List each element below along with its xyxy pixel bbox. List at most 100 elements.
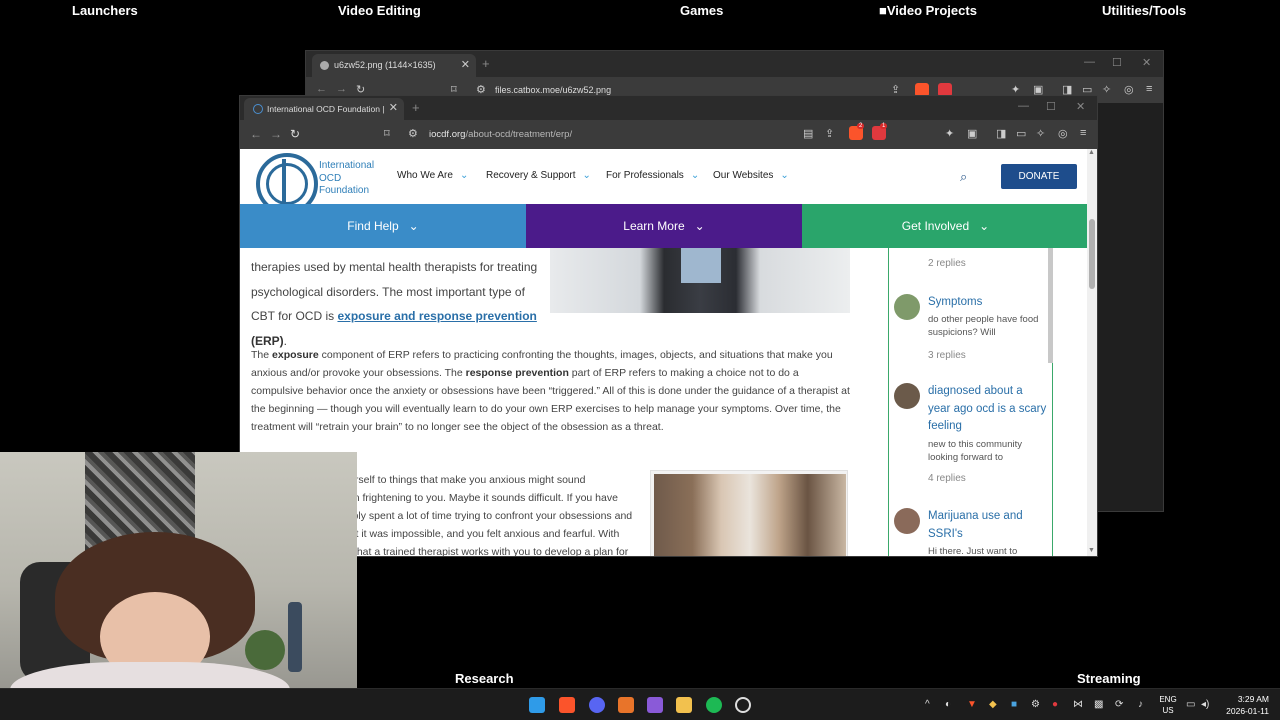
erp-link[interactable]: exposure and response prevention — [337, 309, 536, 323]
system-clock[interactable]: 3:29 AM 2026-01-11 — [1225, 693, 1269, 717]
user-avatar — [894, 383, 920, 409]
close-tab-icon[interactable]: ✕ — [461, 58, 470, 71]
network-icon[interactable]: ▭ — [1186, 699, 1195, 710]
post-replies: 4 replies — [928, 473, 966, 484]
sidebar-icon[interactable]: ◨ — [996, 127, 1006, 140]
leo-ai-icon[interactable]: ✧ — [1036, 127, 1045, 140]
desktop-label-video-projects[interactable]: ■Video Projects — [879, 3, 977, 18]
tray-app-icon[interactable]: ⋈ — [1073, 699, 1083, 710]
brave-browser-icon[interactable] — [559, 697, 575, 713]
spotify-icon[interactable] — [706, 697, 722, 713]
reload-icon[interactable]: ↻ — [290, 127, 300, 141]
desktop-label-launchers[interactable]: Launchers — [72, 3, 138, 18]
donate-button[interactable]: DONATE — [1001, 164, 1077, 189]
article-content: therapies used by mental health therapis… — [240, 248, 1089, 556]
new-tab-icon[interactable]: + — [412, 100, 420, 115]
share-icon[interactable]: ⇪ — [825, 127, 834, 140]
volume-icon[interactable]: ◂) — [1201, 699, 1209, 710]
chevron-down-icon: ⌄ — [694, 219, 705, 233]
close-tab-icon[interactable]: ✕ — [385, 101, 398, 114]
discord-icon[interactable] — [589, 697, 605, 713]
bookmark-icon[interactable]: ⌑ — [384, 127, 390, 140]
post-title[interactable]: Symptoms — [928, 294, 1048, 312]
menu-icon[interactable]: ≡ — [1080, 127, 1086, 139]
file-explorer-icon[interactable] — [676, 697, 692, 713]
taskbar: ^ ◐ ▼ ◆ ■ ⚙ ● ⋈ ▩ ⟳ ♪ ENG US ▭ ◂) 3:29 A… — [0, 688, 1280, 720]
vpn-icon[interactable]: ◎ — [1124, 83, 1134, 96]
tray-app-icon[interactable]: ⚙ — [1031, 699, 1040, 710]
minimize-icon[interactable]: — — [1084, 56, 1095, 68]
close-window-icon[interactable]: ✕ — [1076, 100, 1085, 113]
scroll-up-icon[interactable]: ▲ — [1088, 149, 1095, 156]
webcam-overlay — [0, 452, 357, 720]
plant — [245, 630, 285, 670]
microphone-icon[interactable]: ♪ — [1138, 699, 1143, 710]
nav-who-we-are[interactable]: Who We Are ⌄ — [397, 170, 468, 181]
learn-more-button[interactable]: Learn More ⌄ — [526, 204, 802, 248]
iocdf-page: therapies used by mental health therapis… — [240, 149, 1089, 556]
leo-ai-icon[interactable]: ✧ — [1102, 83, 1111, 96]
post-excerpt: new to this community looking forward to — [928, 439, 1022, 463]
tray-app-icon[interactable]: ◆ — [989, 699, 997, 710]
post-title[interactable]: diagnosed about a year ago ocd is a scar… — [928, 383, 1048, 436]
reader-mode-icon[interactable]: ▤ — [803, 127, 813, 140]
nav-our-websites[interactable]: Our Websites ⌄ — [713, 170, 789, 181]
site-info-icon[interactable]: ⚙ — [408, 127, 418, 140]
desktop: Launchers Video Editing Games ■Video Pro… — [0, 0, 1280, 720]
find-help-button[interactable]: Find Help ⌄ — [240, 204, 526, 248]
chevron-down-icon: ⌄ — [780, 170, 789, 181]
logo-text[interactable]: International OCD Foundation — [319, 160, 374, 198]
tab-search-icon[interactable]: ▣ — [967, 127, 977, 140]
brave-tray-icon[interactable]: ▼ — [967, 699, 977, 710]
shield-count-badge: 2 — [857, 123, 865, 129]
forward-arrow-icon[interactable]: → — [270, 127, 282, 141]
search-icon[interactable]: ⌕ — [960, 169, 967, 185]
back-arrow-icon[interactable]: ← — [250, 127, 262, 141]
back-url[interactable]: files.catbox.moe/u6zw52.png — [495, 85, 611, 95]
language-indicator[interactable]: ENG US — [1159, 694, 1177, 716]
desktop-label-research[interactable]: Research — [455, 671, 514, 686]
front-browser-window: International OCD Foundation | E ✕ + — ☐… — [239, 95, 1098, 557]
tray-app-icon[interactable]: ● — [1052, 699, 1058, 710]
nav-recovery-support[interactable]: Recovery & Support ⌄ — [486, 170, 591, 181]
therapy-session-photo — [650, 470, 848, 556]
front-tab[interactable]: International OCD Foundation | E ✕ — [244, 98, 404, 120]
nav-for-professionals[interactable]: For Professionals ⌄ — [606, 170, 699, 181]
extensions-icon[interactable]: ✦ — [945, 127, 954, 140]
start-windows-icon[interactable] — [529, 697, 545, 713]
maximize-icon[interactable]: ☐ — [1112, 56, 1122, 69]
back-tab[interactable]: u6zw52.png (1144×1635) ✕ — [312, 54, 476, 77]
post-title[interactable]: Marijuana use and SSRI's — [928, 508, 1048, 543]
back-tab-title: u6zw52.png (1144×1635) — [334, 60, 436, 70]
tray-app-icon[interactable]: ■ — [1011, 699, 1017, 710]
get-involved-button[interactable]: Get Involved ⌄ — [802, 204, 1089, 248]
forum-scrollbar[interactable] — [1048, 248, 1053, 363]
vpn-icon[interactable]: ◎ — [1058, 127, 1068, 140]
minimize-icon[interactable]: — — [1018, 100, 1029, 112]
tray-app-icon[interactable]: ⟳ — [1115, 699, 1123, 710]
desktop-label-streaming[interactable]: Streaming — [1077, 671, 1141, 686]
close-window-icon[interactable]: ✕ — [1142, 56, 1151, 69]
back-arrow-icon[interactable]: ← — [316, 83, 327, 95]
page-scrollbar[interactable]: ▲ ▼ — [1087, 149, 1097, 556]
front-url[interactable]: iocdf.org/about-ocd/treatment/erp/ — [429, 129, 572, 140]
scroll-thumb[interactable] — [1089, 219, 1095, 289]
forward-arrow-icon[interactable]: → — [336, 83, 347, 95]
chevron-down-icon: ⌄ — [582, 170, 591, 181]
steam-tray-icon[interactable]: ◐ — [945, 699, 951, 710]
desktop-label-utilities[interactable]: Utilities/Tools — [1102, 3, 1186, 18]
wallet-icon[interactable]: ▭ — [1016, 127, 1026, 140]
desktop-label-video-editing[interactable]: Video Editing — [338, 3, 421, 18]
obs-icon[interactable] — [735, 697, 751, 713]
desktop-label-games[interactable]: Games — [680, 3, 723, 18]
menu-icon[interactable]: ≡ — [1146, 83, 1152, 95]
tray-app-icon[interactable]: ▩ — [1094, 699, 1103, 710]
shirt-shape — [681, 248, 721, 283]
obsidian-icon[interactable] — [647, 697, 663, 713]
maximize-icon[interactable]: ☐ — [1046, 100, 1056, 113]
forum-sidebar: 2 replies Symptoms do other people have … — [888, 248, 1053, 556]
scroll-down-icon[interactable]: ▼ — [1088, 547, 1095, 554]
tray-overflow-icon[interactable]: ^ — [925, 699, 930, 710]
firefox-icon[interactable] — [618, 697, 634, 713]
new-tab-icon[interactable]: + — [482, 56, 490, 71]
